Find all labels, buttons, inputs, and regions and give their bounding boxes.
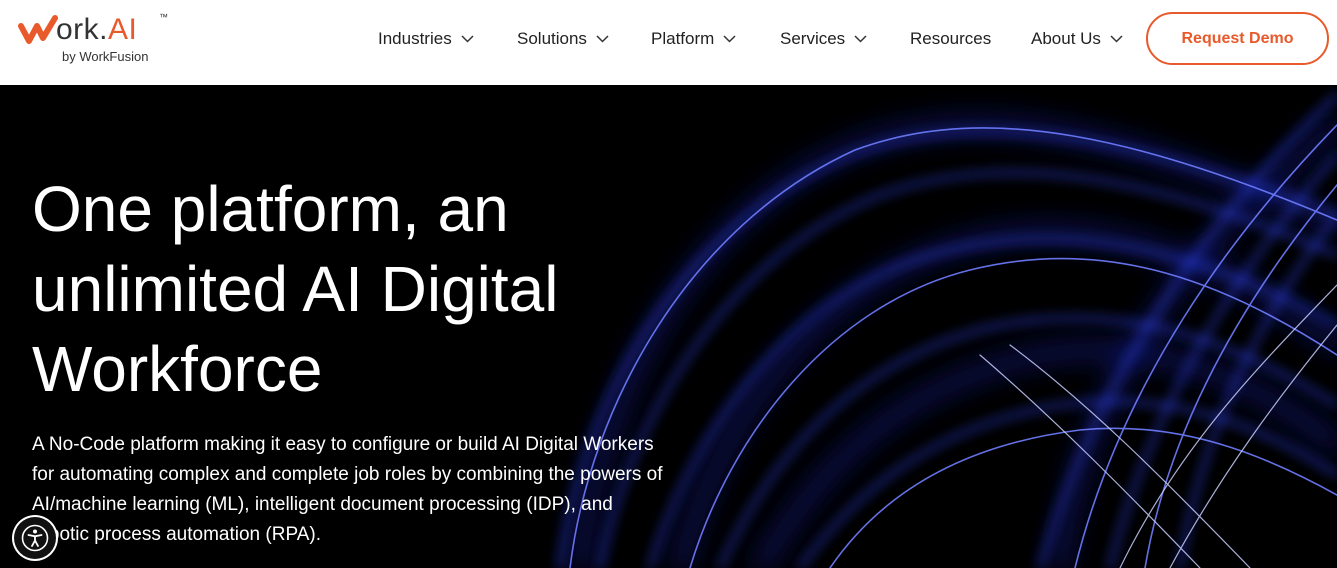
nav-label: Industries: [378, 29, 452, 48]
nav-item-resources[interactable]: Resources: [910, 28, 991, 50]
nav-label: Solutions: [517, 29, 587, 48]
nav-item-about-us[interactable]: About Us: [1031, 28, 1123, 50]
main-nav: Industries Solutions Platform Services R…: [0, 0, 1337, 85]
chevron-down-icon: [596, 35, 609, 43]
nav-label: Platform: [651, 29, 715, 48]
nav-item-services[interactable]: Services: [780, 28, 867, 50]
chevron-down-icon: [854, 35, 867, 43]
hero-section: One platform, an unlimited AI Digital Wo…: [0, 85, 1337, 568]
nav-label: Services: [780, 29, 846, 48]
chevron-down-icon: [1110, 35, 1123, 43]
nav-item-solutions[interactable]: Solutions: [517, 28, 609, 50]
hero-description: A No-Code platform making it easy to con…: [32, 434, 663, 545]
nav-label: About Us: [1031, 29, 1101, 48]
accessibility-button[interactable]: [14, 517, 56, 559]
chevron-down-icon: [461, 35, 474, 43]
hero-title: One platform, an unlimited AI Digital Wo…: [32, 173, 559, 405]
request-demo-button[interactable]: Request Demo: [1146, 12, 1329, 65]
chevron-down-icon: [723, 35, 736, 43]
site-header: ork.AI ™ by WorkFusion Industries Soluti…: [0, 0, 1337, 85]
nav-item-platform[interactable]: Platform: [651, 28, 736, 50]
nav-label: Resources: [910, 29, 992, 48]
nav-item-industries[interactable]: Industries: [378, 28, 474, 50]
accessibility-icon: [21, 524, 49, 552]
